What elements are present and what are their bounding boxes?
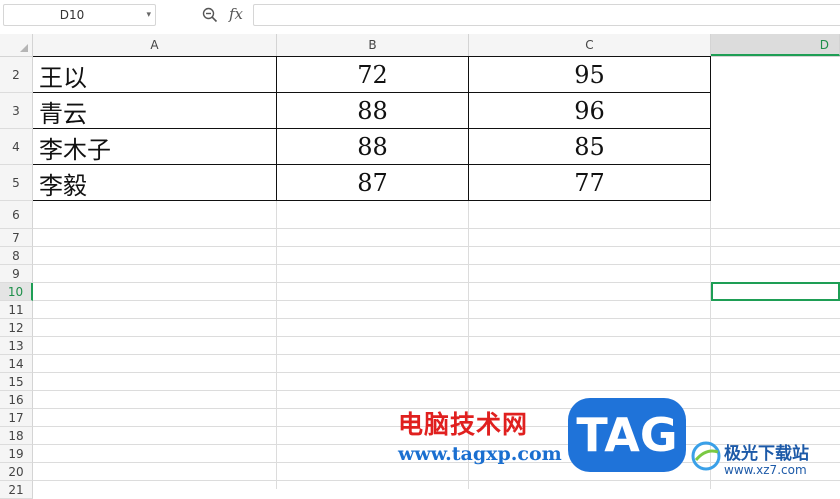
column-header-c[interactable]: C <box>469 34 711 56</box>
grid-line <box>33 228 840 229</box>
watermark-site-name: 极光下载站 <box>724 444 809 464</box>
grid-line <box>33 336 840 337</box>
xz7-logo-icon <box>691 441 721 471</box>
table-border <box>710 56 711 201</box>
row-header-20[interactable]: 20 <box>0 463 33 481</box>
row-header-9[interactable]: 9 <box>0 265 33 283</box>
row-header-11[interactable]: 11 <box>0 301 33 319</box>
cell-a4[interactable]: 李木子 <box>34 129 276 165</box>
select-all-icon <box>20 44 28 52</box>
row-header-12[interactable]: 12 <box>0 319 33 337</box>
table-border <box>33 164 711 165</box>
cell-a2[interactable]: 王以 <box>34 57 276 93</box>
name-box[interactable]: D10 ▾ <box>3 4 156 26</box>
row-header-8[interactable]: 8 <box>0 247 33 265</box>
row-header-7[interactable]: 7 <box>0 229 33 247</box>
zoom-search-icon[interactable] <box>202 7 218 23</box>
row-header-2[interactable]: 2 <box>0 57 33 93</box>
row-header-19[interactable]: 19 <box>0 445 33 463</box>
table-border <box>33 56 711 57</box>
row-header-4[interactable]: 4 <box>0 129 33 165</box>
table-border <box>33 200 711 201</box>
watermark-title: 电脑技术网 <box>398 410 529 439</box>
column-header-d[interactable]: D <box>711 34 840 56</box>
row-header-18[interactable]: 18 <box>0 427 33 445</box>
table-border <box>468 56 469 201</box>
row-header-21[interactable]: 21 <box>0 481 33 499</box>
selected-cell-d10[interactable] <box>711 282 840 301</box>
cell-b5[interactable]: 87 <box>277 165 468 201</box>
cell-c3[interactable]: 96 <box>469 93 710 129</box>
grid-line <box>33 372 840 373</box>
row-header-17[interactable]: 17 <box>0 409 33 427</box>
formula-input[interactable] <box>253 4 840 26</box>
formula-bar: D10 ▾ fx <box>0 0 840 35</box>
row-header-3[interactable]: 3 <box>0 93 33 129</box>
watermark-tag-logo: TAG <box>568 398 686 472</box>
watermark-site-url: www.xz7.com <box>724 463 807 477</box>
chevron-down-icon[interactable]: ▾ <box>146 10 151 20</box>
row-header-6[interactable]: 6 <box>0 201 33 229</box>
cell-c5[interactable]: 77 <box>469 165 710 201</box>
grid-line <box>33 264 840 265</box>
grid-line <box>33 480 840 481</box>
column-header-a[interactable]: A <box>33 34 277 56</box>
column-header-row: A B C D <box>0 34 840 57</box>
table-border <box>276 56 277 201</box>
cell-c4[interactable]: 85 <box>469 129 710 165</box>
grid-line <box>33 246 840 247</box>
row-header-10[interactable]: 10 <box>0 283 33 301</box>
cell-b4[interactable]: 88 <box>277 129 468 165</box>
row-header-13[interactable]: 13 <box>0 337 33 355</box>
cell-c2[interactable]: 95 <box>469 57 710 93</box>
table-border <box>33 128 711 129</box>
cell-a5[interactable]: 李毅 <box>34 165 276 201</box>
cell-a3[interactable]: 青云 <box>34 93 276 129</box>
row-header-5[interactable]: 5 <box>0 165 33 201</box>
cell-b3[interactable]: 88 <box>277 93 468 129</box>
grid-line <box>33 354 840 355</box>
row-header-16[interactable]: 16 <box>0 391 33 409</box>
table-border <box>33 92 711 93</box>
fx-icon[interactable]: fx <box>229 5 243 23</box>
row-header-14[interactable]: 14 <box>0 355 33 373</box>
column-header-b[interactable]: B <box>277 34 469 56</box>
row-header-15[interactable]: 15 <box>0 373 33 391</box>
grid-line <box>33 318 840 319</box>
watermark-url: www.tagxp.com <box>398 443 562 465</box>
grid-line <box>33 390 840 391</box>
cell-b2[interactable]: 72 <box>277 57 468 93</box>
cell-reference: D10 <box>59 8 85 22</box>
select-all-corner[interactable] <box>0 34 33 56</box>
